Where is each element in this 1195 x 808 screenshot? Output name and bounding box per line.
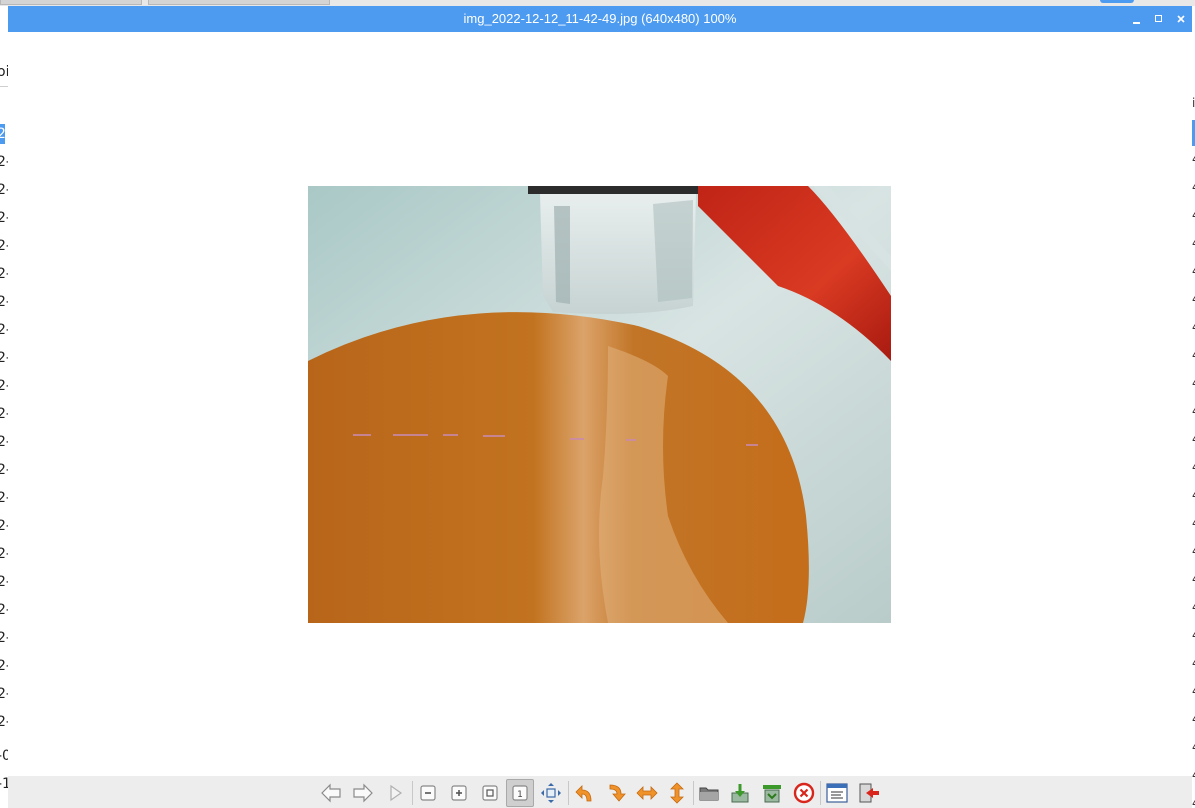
maximize-icon <box>1155 15 1162 22</box>
original-size-icon: 1 <box>512 785 528 801</box>
background-file-row: 2- <box>0 630 8 646</box>
flip-vertical-icon <box>670 782 684 804</box>
title-bar[interactable]: img_2022-12-12_11-42-49.jpg (640x480) 10… <box>8 6 1192 32</box>
flip-vertical-button[interactable] <box>664 780 690 806</box>
image-viewer-window: img_2022-12-12_11-42-49.jpg (640x480) 10… <box>8 6 1192 808</box>
rotate-ccw-icon <box>575 785 592 802</box>
arrow-right-icon <box>353 783 373 803</box>
save-icon <box>731 784 749 803</box>
flip-horizontal-button[interactable] <box>634 780 660 806</box>
svg-text:1: 1 <box>517 790 523 800</box>
zoom-out-icon <box>420 785 436 801</box>
background-file-row: 2- <box>0 322 8 338</box>
delete-icon <box>793 782 815 804</box>
save-as-button[interactable] <box>759 780 785 806</box>
background-file-row: 2- <box>0 350 8 366</box>
background-window-button <box>1100 0 1134 3</box>
background-file-row: oi <box>0 64 8 80</box>
background-file-row: -1 <box>0 776 8 792</box>
close-icon <box>1177 15 1185 23</box>
play-icon <box>390 784 403 802</box>
background-file-row: 2- <box>0 154 8 170</box>
quit-button[interactable] <box>856 780 882 806</box>
slideshow-button[interactable] <box>382 780 408 806</box>
save-as-icon <box>763 785 781 803</box>
toolbar-separator <box>568 781 569 805</box>
preferences-icon <box>826 783 848 803</box>
background-file-row: 2- <box>0 434 8 450</box>
minimize-button[interactable] <box>1126 6 1148 32</box>
background-file-row: 2- <box>0 686 8 702</box>
delete-file-button[interactable] <box>791 780 817 806</box>
fit-window-icon <box>482 785 498 801</box>
zoom-in-icon <box>451 785 467 801</box>
background-file-row: 2- <box>0 518 8 534</box>
maximize-button[interactable] <box>1148 6 1170 32</box>
arrow-left-icon <box>321 783 341 803</box>
background-file-row: 2- <box>0 294 8 310</box>
background-file-list-left: oi 2- 2- 2- 2- 2- 2- 2- 2- 2- 2- 2- 2- 2- 2- 2- 2- 2- 2- 2-… <box>0 36 8 808</box>
fit-window-button[interactable] <box>477 780 503 806</box>
folder-icon <box>699 787 719 801</box>
background-divider <box>0 86 8 87</box>
background-file-row: 2- <box>0 378 8 394</box>
rotate-cw-icon <box>609 784 626 802</box>
window-title: img_2022-12-12_11-42-49.jpg (640x480) 10… <box>463 11 737 26</box>
background-file-row: 2- <box>0 124 8 144</box>
fullscreen-icon <box>541 783 561 803</box>
rotate-left-button[interactable] <box>572 780 598 806</box>
flip-horizontal-icon <box>636 786 658 800</box>
background-file-row: 2- <box>0 574 8 590</box>
exit-icon <box>859 783 879 803</box>
photo-image <box>308 186 891 623</box>
toolbar-separator <box>820 781 821 805</box>
background-file-row: 2- <box>0 602 8 618</box>
open-file-button[interactable] <box>696 780 722 806</box>
rotate-right-button[interactable] <box>603 780 629 806</box>
image-canvas[interactable] <box>8 32 1192 776</box>
displayed-photo <box>308 186 891 623</box>
background-tab <box>148 0 330 5</box>
toolbar-separator <box>693 781 694 805</box>
background-file-row: 2- <box>0 210 8 226</box>
background-file-row: 2- <box>0 546 8 562</box>
toolbar-separator <box>412 781 413 805</box>
previous-image-button[interactable] <box>318 780 344 806</box>
fullscreen-button[interactable] <box>538 780 564 806</box>
background-file-row: 2- <box>0 714 8 730</box>
zoom-in-button[interactable] <box>446 780 472 806</box>
background-file-row: 2- <box>0 266 8 282</box>
background-file-row: 2- <box>0 238 8 254</box>
background-tab <box>0 0 142 5</box>
background-file-row: 2- <box>0 490 8 506</box>
save-file-button[interactable] <box>727 780 753 806</box>
original-size-button[interactable]: 1 <box>506 779 534 807</box>
preferences-button[interactable] <box>824 780 850 806</box>
background-file-row: 2- <box>0 658 8 674</box>
zoom-out-button[interactable] <box>415 780 441 806</box>
background-file-row: 2- <box>0 462 8 478</box>
background-file-row: -0 <box>0 748 8 764</box>
viewer-toolbar: 1 <box>8 776 1192 808</box>
close-button[interactable] <box>1170 6 1192 32</box>
background-file-row: 2- <box>0 182 8 198</box>
next-image-button[interactable] <box>350 780 376 806</box>
minimize-icon <box>1133 22 1140 24</box>
background-file-row: 2- <box>0 406 8 422</box>
